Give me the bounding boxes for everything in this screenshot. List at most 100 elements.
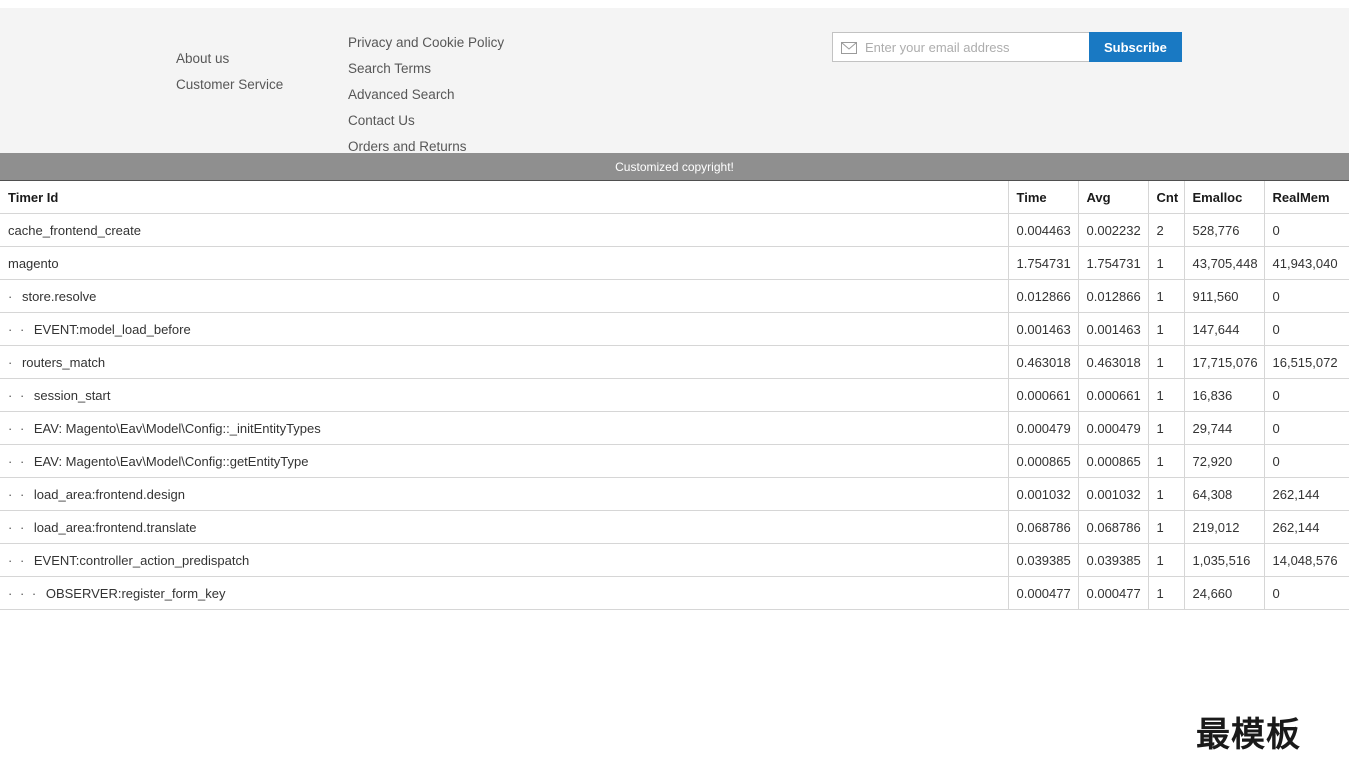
cell-emalloc: 29,744 — [1183, 411, 1265, 445]
cell-cnt: 1 — [1147, 543, 1185, 577]
cell-realmem: 0 — [1263, 213, 1349, 247]
footer-link-search-terms[interactable]: Search Terms — [348, 58, 431, 79]
depth-indicator: · · — [8, 519, 32, 535]
cell-cnt: 1 — [1147, 477, 1185, 511]
depth-indicator: · · · — [8, 585, 44, 601]
list-item: Orders and Returns — [348, 136, 504, 157]
cell-realmem: 16,515,072 — [1263, 345, 1349, 379]
cell-timer-id: · · EVENT:model_load_before — [0, 312, 1009, 346]
table-row: · · EVENT:model_load_before 0.001463 0.001… — [0, 312, 1349, 346]
table-row: · store.resolve 0.012866 0.012866 1 911,560 0 — [0, 279, 1349, 313]
timer-id-label: EAV: Magento\Eav\Model\Config::_initEnti… — [33, 420, 321, 436]
cell-time: 0.001463 — [1007, 312, 1079, 346]
depth-indicator: · · — [8, 486, 32, 502]
timer-id-label: EVENT:model_load_before — [33, 321, 191, 337]
timer-id-label: store.resolve — [21, 288, 97, 304]
envelope-icon — [841, 41, 857, 54]
footer-link-privacy-and-cookie-policy[interactable]: Privacy and Cookie Policy — [348, 32, 504, 53]
newsletter-email-input[interactable] — [865, 33, 1083, 61]
cell-time: 0.000477 — [1007, 576, 1079, 610]
depth-indicator: · — [8, 354, 20, 370]
subscribe-button[interactable]: Subscribe — [1089, 32, 1182, 62]
cell-cnt: 1 — [1147, 279, 1185, 313]
footer-link-orders-and-returns[interactable]: Orders and Returns — [348, 136, 467, 157]
table-row: · · EVENT:controller_action_predispatch 0… — [0, 543, 1349, 577]
cell-timer-id: · · load_area:frontend.design — [0, 477, 1009, 511]
cell-cnt: 1 — [1147, 444, 1185, 478]
profiler-table-head: Timer Id Time Avg Cnt Emalloc RealMem — [0, 181, 1349, 214]
list-item: Contact Us — [348, 110, 504, 131]
cell-timer-id: · · · OBSERVER:register_form_key — [0, 576, 1009, 610]
cell-emalloc: 24,660 — [1183, 576, 1265, 610]
site-footer: About us Customer Service Privacy and Co… — [0, 8, 1349, 154]
timer-id-label: OBSERVER:register_form_key — [45, 585, 226, 601]
table-row: · · session_start 0.000661 0.000661 1 16,836… — [0, 378, 1349, 412]
cell-realmem: 0 — [1263, 279, 1349, 313]
cell-time: 0.004463 — [1007, 213, 1079, 247]
cell-time: 0.012866 — [1007, 279, 1079, 313]
column-header-avg[interactable]: Avg — [1077, 181, 1149, 214]
watermark-url: www.zuimoban.com — [1196, 750, 1349, 769]
column-header-cnt[interactable]: Cnt — [1147, 181, 1185, 214]
footer-links-column-2: Privacy and Cookie Policy Search Terms A… — [348, 32, 504, 162]
watermark-title: 最模板 — [1196, 715, 1301, 755]
cell-time: 0.000661 — [1007, 378, 1079, 412]
cell-time: 0.068786 — [1007, 510, 1079, 544]
cell-timer-id: · · EAV: Magento\Eav\Model\Config::_init… — [0, 411, 1009, 445]
table-row: · · · OBSERVER:register_form_key 0.000477… — [0, 576, 1349, 610]
cell-cnt: 1 — [1147, 510, 1185, 544]
column-header-realmem[interactable]: RealMem — [1263, 181, 1349, 214]
list-item: About us — [176, 48, 283, 69]
footer-link-contact-us[interactable]: Contact Us — [348, 110, 415, 131]
cell-realmem: 41,943,040 — [1263, 246, 1349, 280]
column-header-emalloc[interactable]: Emalloc — [1183, 181, 1265, 214]
timer-id-label: load_area:frontend.translate — [33, 519, 197, 535]
timer-id-label: cache_frontend_create — [8, 222, 141, 238]
cell-realmem: 0 — [1263, 576, 1349, 610]
footer-inner: About us Customer Service Privacy and Co… — [0, 8, 1349, 154]
cell-emalloc: 64,308 — [1183, 477, 1265, 511]
cell-cnt: 1 — [1147, 378, 1185, 412]
timer-id-label: EAV: Magento\Eav\Model\Config::getEntity… — [33, 453, 309, 469]
depth-indicator: · · — [8, 420, 32, 436]
timer-id-label: routers_match — [21, 354, 106, 370]
cell-avg: 0.000661 — [1077, 378, 1149, 412]
cell-timer-id: · routers_match — [0, 345, 1009, 379]
column-header-time[interactable]: Time — [1007, 181, 1079, 214]
depth-indicator: · · — [8, 453, 32, 469]
site-watermark: 最模板 www.zuimoban.com — [1196, 717, 1349, 769]
cell-realmem: 0 — [1263, 444, 1349, 478]
cell-time: 1.754731 — [1007, 246, 1079, 280]
timer-id-label: load_area:frontend.design — [33, 486, 185, 502]
cell-realmem: 14,048,576 — [1263, 543, 1349, 577]
depth-indicator: · — [8, 288, 20, 304]
table-row: · · load_area:frontend.translate 0.068786… — [0, 510, 1349, 544]
cell-timer-id: magento — [0, 246, 1009, 280]
cell-time: 0.000479 — [1007, 411, 1079, 445]
depth-indicator: · · — [8, 387, 32, 403]
cell-timer-id: cache_frontend_create — [0, 213, 1009, 247]
profiler-table-body: cache_frontend_create 0.004463 0.002232 2 52… — [0, 213, 1349, 610]
newsletter-signup-form: Subscribe — [832, 32, 1182, 62]
copyright-text: Customized copyright! — [615, 159, 734, 174]
cell-realmem: 0 — [1263, 411, 1349, 445]
depth-indicator: · · — [8, 552, 32, 568]
cell-emalloc: 43,705,448 — [1183, 246, 1265, 280]
cell-realmem: 262,144 — [1263, 510, 1349, 544]
cell-timer-id: · · load_area:frontend.translate — [0, 510, 1009, 544]
table-row: magento 1.754731 1.754731 1 43,705,448 41,943… — [0, 246, 1349, 280]
cell-emalloc: 528,776 — [1183, 213, 1265, 247]
cell-emalloc: 911,560 — [1183, 279, 1265, 313]
cell-avg: 0.001032 — [1077, 477, 1149, 511]
table-row: · · EAV: Magento\Eav\Model\Config::_init… — [0, 411, 1349, 445]
footer-link-customer-service[interactable]: Customer Service — [176, 74, 283, 95]
top-white-strip — [0, 0, 1349, 8]
footer-link-about-us[interactable]: About us — [176, 48, 229, 69]
cell-realmem: 0 — [1263, 312, 1349, 346]
cell-cnt: 1 — [1147, 576, 1185, 610]
cell-timer-id: · · session_start — [0, 378, 1009, 412]
column-header-timer-id[interactable]: Timer Id — [0, 181, 1009, 214]
cell-timer-id: · · EVENT:controller_action_predispatch — [0, 543, 1009, 577]
cell-cnt: 2 — [1147, 213, 1185, 247]
footer-link-advanced-search[interactable]: Advanced Search — [348, 84, 455, 105]
